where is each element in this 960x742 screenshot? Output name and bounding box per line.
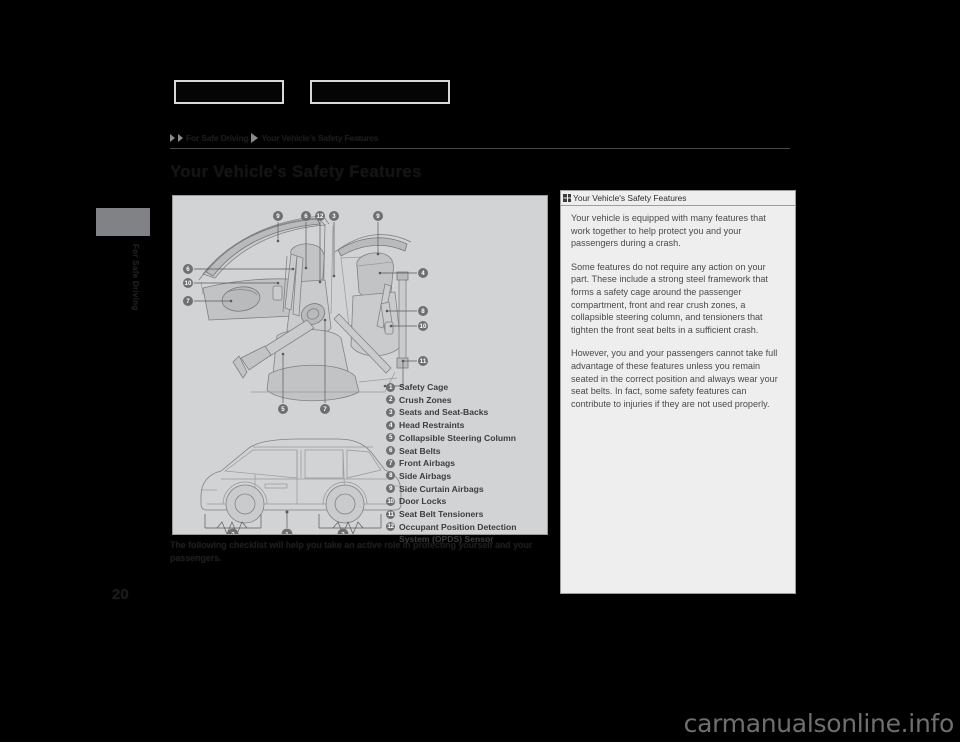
legend-label: Safety Cage [399, 382, 449, 392]
legend-badge: 4 [386, 420, 395, 430]
callout-badge: 1 [281, 528, 293, 534]
callout-badge: 6 [183, 264, 193, 274]
legend-item: 6 Seat Belts [386, 445, 546, 457]
legend-item: 11 Seat Belt Tensioners [386, 508, 546, 520]
legend-item: 3 Seats and Seat-Backs [386, 406, 546, 418]
vehicle-side-view-illustration [200, 438, 402, 534]
callout-badge: 6 [301, 211, 311, 221]
breadcrumb-arrow-icon [170, 134, 175, 142]
callout-badge: 7 [183, 296, 193, 306]
callout-badge: 7 [320, 404, 330, 414]
svg-text:8: 8 [421, 308, 425, 315]
legend-item: 10 Door Locks [386, 495, 546, 507]
legend-badge: 5 [386, 433, 395, 443]
legend-label: Seats and Seat-Backs [399, 407, 489, 418]
legend-badge: 9 [386, 484, 395, 494]
sidenote-title: Your Vehicle's Safety Features [573, 193, 687, 203]
legend-badge: 10 [386, 496, 395, 506]
legend-label: Door Locks [399, 496, 447, 507]
svg-text:9: 9 [376, 213, 380, 220]
page-title: Your Vehicle's Safety Features [170, 162, 422, 181]
legend-badge: 6 [386, 446, 395, 456]
breadcrumb-chapter[interactable]: For Safe Driving [186, 133, 249, 143]
legend-label: Seat Belt Tensioners [399, 509, 484, 520]
svg-text:7: 7 [323, 406, 327, 413]
callout-badge: 10 [418, 321, 428, 331]
svg-text:7: 7 [186, 298, 190, 305]
legend-badge: 2 [386, 395, 395, 405]
svg-text:2: 2 [231, 531, 235, 534]
callout-badge: 10 [183, 278, 193, 288]
legend-list: 1 Safety Cage 2 Crush Zones 3 Seats and … [386, 381, 546, 546]
chapter-tab-marker[interactable] [96, 208, 150, 236]
svg-text:9: 9 [276, 213, 280, 220]
legend-label: Collapsible Steering Column [399, 432, 516, 443]
callout-badge: 4 [418, 268, 428, 278]
svg-text:11: 11 [420, 358, 427, 365]
legend-label: Side Curtain Airbags [399, 483, 484, 494]
legend-badge: 12 [386, 522, 395, 532]
breadcrumb-arrow-icon [251, 133, 259, 143]
legend-label: Seat Belts [399, 445, 441, 456]
interior-cutaway-illustration [198, 215, 412, 402]
legend-item: 9 Side Curtain Airbags [386, 483, 546, 495]
breadcrumb-arrow-icon [178, 134, 183, 142]
page-number: 20 [112, 586, 129, 603]
callout-badge: 12 [315, 211, 325, 221]
legend-badge: 11 [386, 509, 395, 519]
legend-item: 1 Safety Cage [386, 381, 546, 393]
chapter-tab-label: For Safe Driving [131, 244, 140, 311]
callout-badge: 2 [337, 528, 349, 534]
legend-item: 5 Collapsible Steering Column [386, 432, 546, 444]
callout-badge: 3 [329, 211, 339, 221]
svg-text:10: 10 [420, 323, 427, 330]
legend-badge: 1 [386, 382, 395, 392]
callout-badge: 5 [278, 404, 288, 414]
legend-label: Front Airbags [399, 458, 456, 469]
legend-label: Crush Zones [399, 394, 452, 405]
breadcrumb-section[interactable]: Your Vehicle's Safety Features [261, 133, 378, 143]
sidenote-paragraph: However, you and your passengers cannot … [571, 348, 778, 409]
legend-badge: 7 [386, 458, 395, 468]
legend-badge: 8 [386, 471, 395, 481]
sidenote-panel: Your Vehicle's Safety Features Your vehi… [560, 190, 796, 594]
legend-badge: 3 [386, 407, 395, 417]
svg-text:3: 3 [332, 213, 336, 220]
sidenote-body: Your vehicle is equipped with many featu… [561, 206, 795, 410]
svg-text:10: 10 [185, 280, 192, 287]
legend-item: 2 Crush Zones [386, 394, 546, 406]
exterior-callout-badges: 2 1 2 [227, 528, 349, 534]
svg-text:4: 4 [421, 270, 425, 277]
legend-item: 7 Front Airbags [386, 457, 546, 469]
breadcrumb: For Safe Driving Your Vehicle's Safety F… [170, 131, 378, 145]
header-box-left [174, 80, 284, 104]
site-watermark: carmanualsonline.info [683, 709, 955, 738]
diagram-caption: The following checklist will help you ta… [170, 540, 533, 563]
sidenote-paragraph: Your vehicle is equipped with many featu… [571, 213, 766, 249]
callout-badge: 9 [273, 211, 283, 221]
breadcrumb-divider [170, 148, 790, 149]
callout-badge: 11 [418, 356, 428, 366]
svg-text:6: 6 [304, 213, 308, 220]
legend-item: 4 Head Restraints [386, 419, 546, 431]
sidenote-header: Your Vehicle's Safety Features [561, 191, 795, 206]
svg-text:2: 2 [341, 531, 345, 534]
legend-item: 8 Side Airbags [386, 470, 546, 482]
svg-text:12: 12 [317, 213, 324, 220]
svg-text:1: 1 [285, 531, 289, 534]
callout-badge: 9 [373, 211, 383, 221]
callout-badge: 8 [418, 306, 428, 316]
svg-text:6: 6 [186, 266, 190, 273]
header-box-right [310, 80, 450, 104]
info-marker-icon [563, 194, 571, 202]
manual-page: For Safe Driving Your Vehicle's Safety F… [0, 0, 960, 742]
svg-text:5: 5 [281, 406, 285, 413]
sidenote-paragraph: Some features do not require any action … [571, 261, 768, 335]
legend-label: Side Airbags [399, 470, 452, 481]
legend-label: Head Restraints [399, 420, 465, 431]
